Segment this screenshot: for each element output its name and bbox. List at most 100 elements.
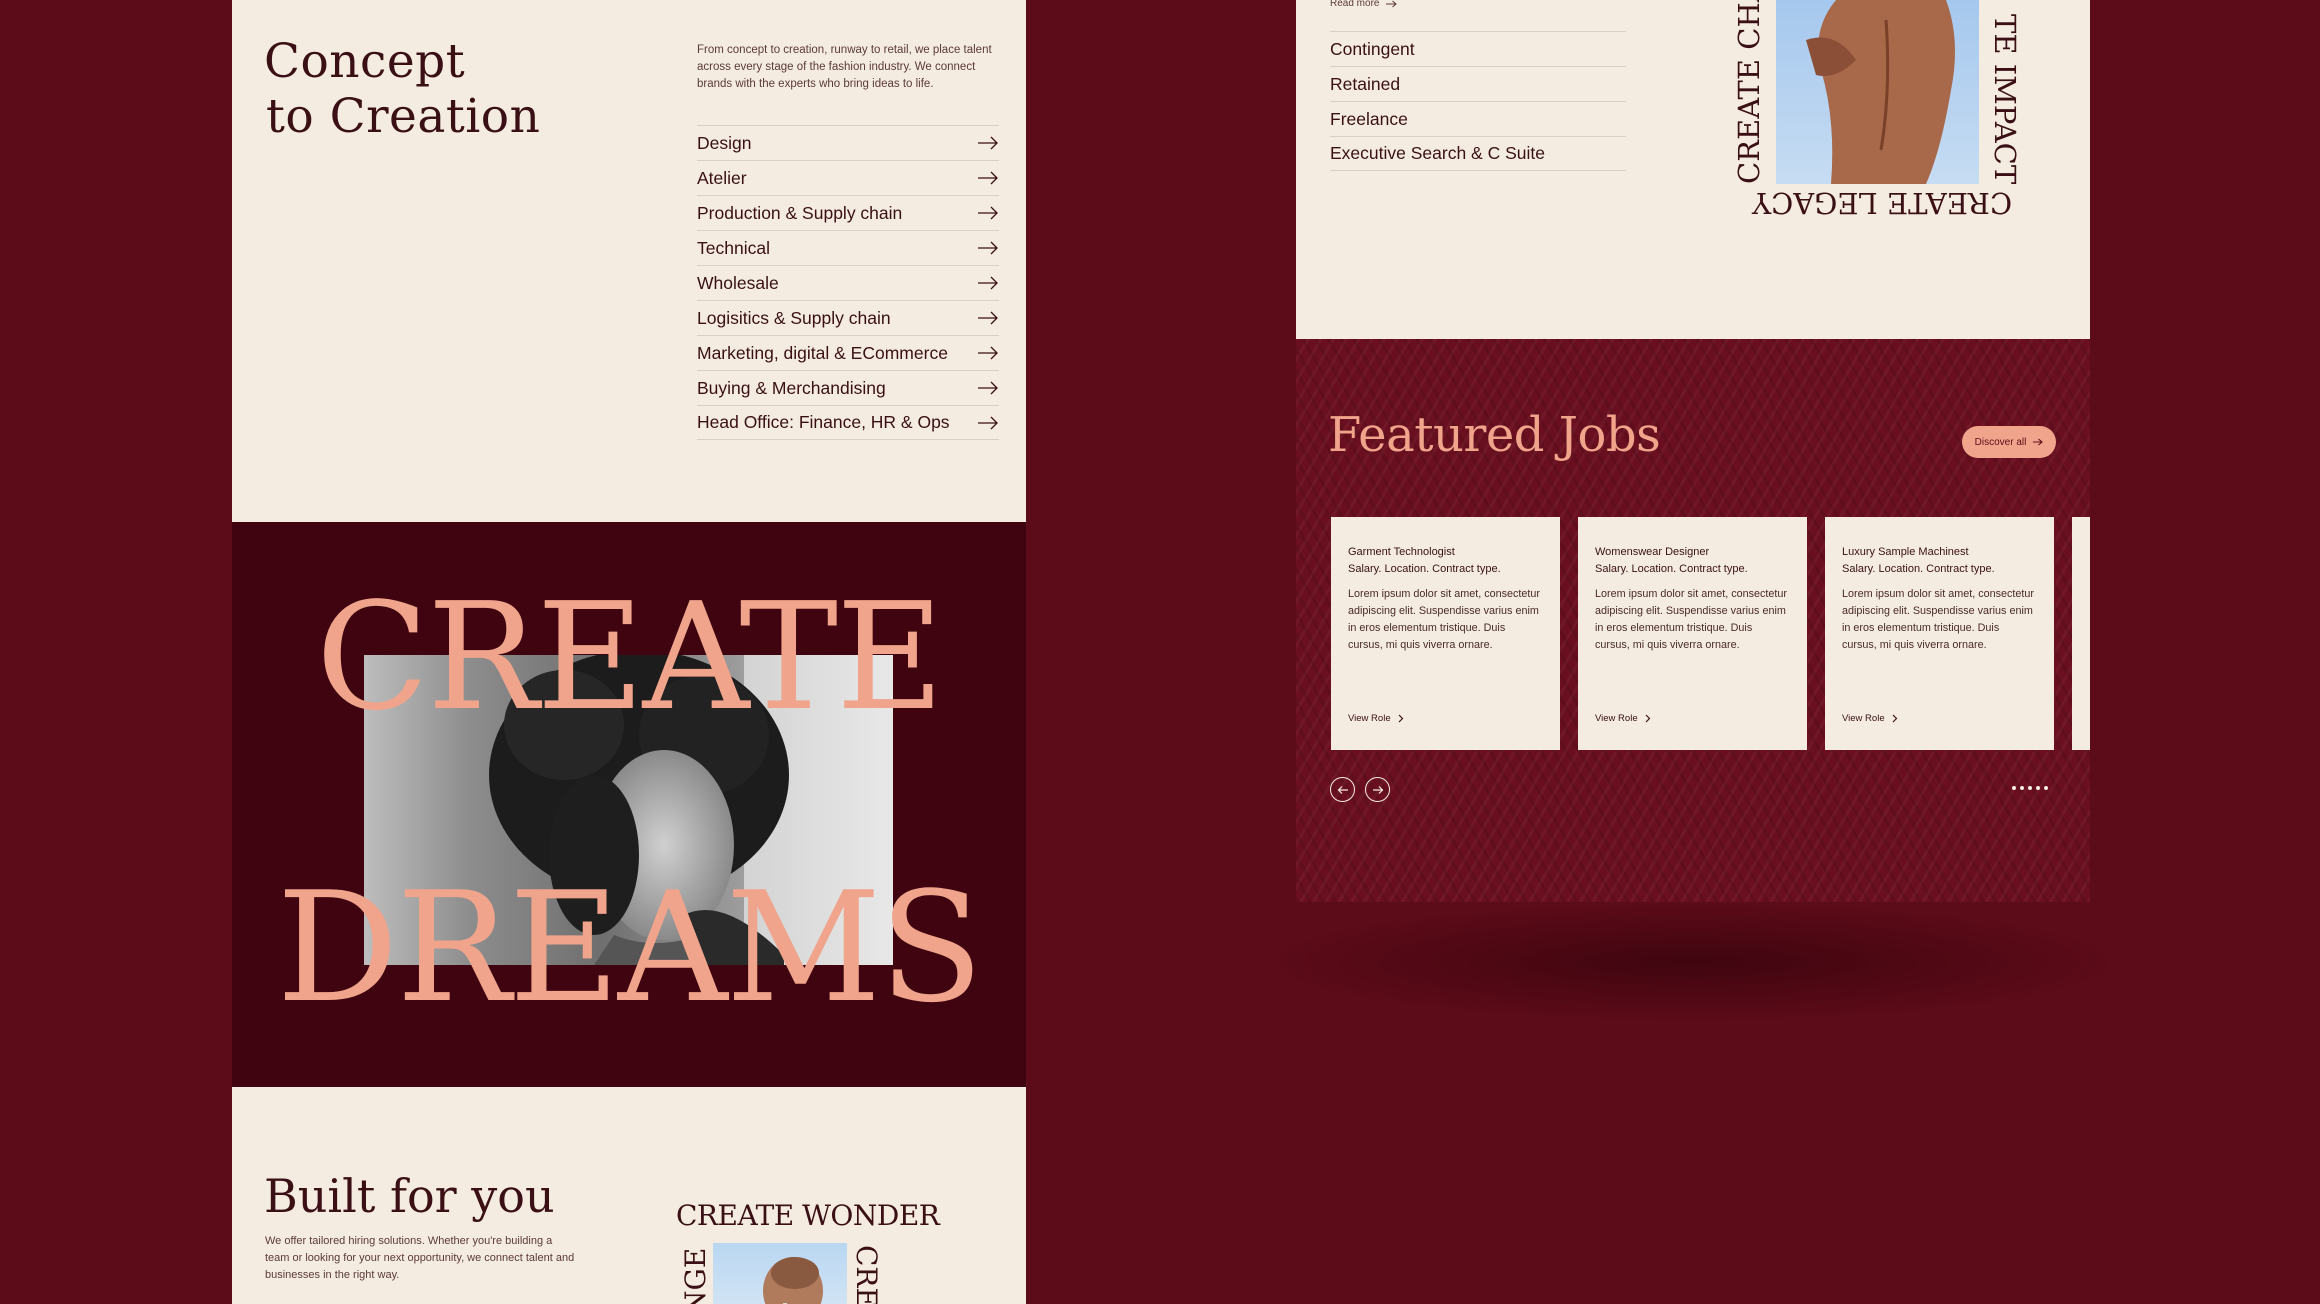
arrow-right-icon xyxy=(978,136,998,150)
vertical-text-left: NGE xyxy=(679,1247,712,1304)
chevron-right-icon xyxy=(1645,714,1650,723)
job-card-peek[interactable] xyxy=(2072,517,2090,750)
arrow-right-icon xyxy=(978,346,998,360)
sector-item-buying[interactable]: Buying & Merchandising xyxy=(697,370,999,405)
sector-item-technical[interactable]: Technical xyxy=(697,230,999,265)
sector-label: Head Office: Finance, HR & Ops xyxy=(697,412,950,432)
job-card[interactable]: Garment Technologist Salary. Location. C… xyxy=(1331,517,1560,750)
vertical-text-right: CRE xyxy=(850,1245,883,1304)
sector-item-wholesale[interactable]: Wholesale xyxy=(697,265,999,300)
arrow-right-icon xyxy=(978,311,998,325)
sector-item-production[interactable]: Production & Supply chain xyxy=(697,195,999,230)
arrow-right-icon xyxy=(1372,785,1383,794)
torso-illustration xyxy=(1806,0,1955,184)
sector-label: Buying & Merchandising xyxy=(697,377,886,398)
job-description: Lorem ipsum dolor sit amet, consectetur … xyxy=(1595,588,1788,651)
carousel-next-button[interactable] xyxy=(1365,777,1390,802)
job-title: Garment Technologist xyxy=(1348,546,1455,558)
hiring-type-label: Executive Search & C Suite xyxy=(1330,143,1545,163)
concept-title-line2: to Creation xyxy=(266,89,541,144)
view-role-link[interactable]: View Role xyxy=(1595,713,1651,724)
job-description: Lorem ipsum dolor sit amet, consectetur … xyxy=(1348,588,1541,651)
built-for-you-section: Built for you We offer tailored hiring s… xyxy=(232,1087,1026,1304)
pagination-dot[interactable] xyxy=(2044,786,2048,790)
head-illustration xyxy=(763,1257,823,1304)
sector-item-design[interactable]: Design xyxy=(697,125,999,160)
read-more-link[interactable]: Read more xyxy=(1330,0,1398,9)
job-description: Lorem ipsum dolor sit amet, consectetur … xyxy=(1842,588,2035,651)
view-role-link[interactable]: View Role xyxy=(1348,713,1404,724)
carousel-prev-button[interactable] xyxy=(1330,777,1355,802)
sector-item-logistics[interactable]: Logisitics & Supply chain xyxy=(697,300,999,335)
arrow-right-icon xyxy=(978,171,998,185)
sector-label: Atelier xyxy=(697,167,747,188)
concept-intro: From concept to creation, runway to reta… xyxy=(697,44,992,90)
arrow-right-icon xyxy=(978,241,998,255)
arrow-right-icon xyxy=(978,276,998,290)
hero-word-dreams: DREAMS xyxy=(276,859,984,1036)
sector-list: Design Atelier Production & Supply chain… xyxy=(697,125,999,440)
sector-label: Design xyxy=(697,132,752,153)
built-text: We offer tailored hiring solutions. Whet… xyxy=(265,1235,575,1281)
job-title: Luxury Sample Machinest xyxy=(1842,546,1969,558)
featured-jobs-title: Featured Jobs xyxy=(1328,407,1661,463)
chevron-right-icon xyxy=(1398,714,1403,723)
vertical-text-create-impact: TE IMPACT xyxy=(1988,13,2022,184)
sector-label: Marketing, digital & ECommerce xyxy=(697,342,948,363)
job-meta: Salary. Location. Contract type. xyxy=(1842,563,1995,575)
arrow-right-icon xyxy=(978,416,998,429)
arrow-right-icon xyxy=(978,381,998,395)
pagination-dot[interactable] xyxy=(2036,786,2040,790)
impact-torso-image xyxy=(1776,0,1979,184)
hiring-type-label: Freelance xyxy=(1330,108,1408,129)
vertical-text-create-change: CREATE CHA xyxy=(1732,0,1766,184)
arrow-right-icon xyxy=(2033,438,2044,446)
job-meta: Salary. Location. Contract type. xyxy=(1348,563,1501,575)
discover-all-label: Discover all xyxy=(1974,436,2027,448)
sector-item-head-office[interactable]: Head Office: Finance, HR & Ops xyxy=(697,405,999,440)
concept-title-line1: Concept xyxy=(264,34,466,89)
view-role-label: View Role xyxy=(1595,713,1638,724)
discover-all-button[interactable]: Discover all xyxy=(1962,426,2056,458)
hiring-type-retained[interactable]: Retained xyxy=(1330,66,1626,101)
create-legacy-text: CREATE LEGACY xyxy=(1751,186,2013,220)
hiring-types-section: Read more Contingent Retained Freelance … xyxy=(1296,0,2090,339)
view-role-link[interactable]: View Role xyxy=(1842,713,1898,724)
create-wonder-heading: CREATE WONDER xyxy=(676,1199,940,1232)
hiring-type-executive[interactable]: Executive Search & C Suite xyxy=(1330,136,1626,171)
wonder-portrait-image xyxy=(713,1243,847,1304)
sector-label: Wholesale xyxy=(697,272,779,293)
sector-item-marketing[interactable]: Marketing, digital & ECommerce xyxy=(697,335,999,370)
job-meta: Salary. Location. Contract type. xyxy=(1595,563,1748,575)
hiring-type-label: Retained xyxy=(1330,73,1401,94)
featured-jobs-section: Featured Jobs Discover all Garment Techn… xyxy=(1296,339,2090,902)
hiring-type-list: Contingent Retained Freelance Executive … xyxy=(1330,31,1626,171)
pagination-dot[interactable] xyxy=(2020,786,2024,790)
concept-section: Concept to Creation From concept to crea… xyxy=(232,0,1026,522)
arrow-right-icon xyxy=(978,206,998,220)
view-role-label: View Role xyxy=(1842,713,1885,724)
sector-item-atelier[interactable]: Atelier xyxy=(697,160,999,195)
sector-label: Production & Supply chain xyxy=(697,202,903,223)
arrow-left-icon xyxy=(1337,785,1348,794)
arrow-right-icon xyxy=(1386,0,1398,7)
hiring-type-freelance[interactable]: Freelance xyxy=(1330,101,1626,136)
view-role-label: View Role xyxy=(1348,713,1391,724)
job-card[interactable]: Womenswear Designer Salary. Location. Co… xyxy=(1578,517,1807,750)
read-more-label: Read more xyxy=(1330,0,1380,9)
sector-label: Technical xyxy=(697,237,770,258)
chevron-right-icon xyxy=(1892,714,1897,723)
job-title: Womenswear Designer xyxy=(1595,546,1710,558)
pagination-dot[interactable] xyxy=(2012,786,2016,790)
hero-word-create: CREATE xyxy=(315,571,944,743)
job-card[interactable]: Luxury Sample Machinest Salary. Location… xyxy=(1825,517,2054,750)
concept-title: Concept to Creation xyxy=(264,34,540,144)
carousel-pagination xyxy=(2012,786,2048,790)
hiring-type-contingent[interactable]: Contingent xyxy=(1330,31,1626,66)
pagination-dot[interactable] xyxy=(2028,786,2032,790)
sector-label: Logisitics & Supply chain xyxy=(697,307,891,328)
built-title: Built for you xyxy=(264,1169,555,1223)
hero-create-dreams: CREATE DREAMS xyxy=(232,522,1026,1087)
panel-shadow xyxy=(1265,902,2121,1022)
hiring-type-label: Contingent xyxy=(1330,38,1415,59)
